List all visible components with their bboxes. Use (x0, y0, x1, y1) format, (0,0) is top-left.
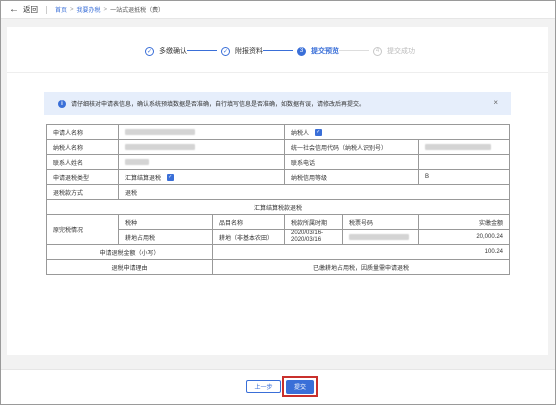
back-arrow-icon: ← (9, 3, 19, 15)
applicant-name-value (117, 124, 286, 140)
table-row: 汇算结算税款退税 (45, 199, 511, 215)
row-tax-type: 耕地占用税 (118, 229, 213, 245)
row-period: 2020/03/16- 2020/03/16 (284, 229, 344, 245)
back-button[interactable]: ← 返回 (9, 4, 38, 15)
original-tax-label: 原完税情况 (46, 214, 119, 245)
breadcrumb-separator: > (103, 6, 108, 13)
table-row: 退税款方式 退税 (46, 184, 511, 200)
refund-reason-label: 退税申请理由 (46, 259, 213, 275)
notice-text: 请仔细核对申请表信息，确认系统预填数据是否准确，自行填写信息是否准确，如数据有误… (71, 102, 366, 108)
top-bar: ← 返回 首页 > 我要办税 > 一站式退抵税（费） (1, 1, 555, 19)
col-item-name: 品目名称 (211, 214, 286, 230)
close-icon[interactable]: × (493, 98, 498, 107)
redacted-value (349, 233, 410, 240)
credit-level-label: 纳税信用等级 (284, 169, 420, 185)
col-tax-type: 税种 (118, 214, 213, 230)
divider (46, 5, 47, 14)
refund-method-label: 退税款方式 (46, 184, 119, 200)
refund-type-label: 申请退税类型 (46, 169, 119, 185)
credit-level-value: B (418, 169, 511, 185)
col-ticket-no: 税票号码 (342, 214, 420, 230)
taxpayer-name-value (117, 139, 286, 155)
redacted-value (125, 158, 149, 165)
application-form-table: 申请人名称 纳税人 ✓ 纳税人名称 统一社会信用代码（纳税人识别号） 联系人姓名… (45, 124, 511, 275)
breadcrumb-separator: > (70, 6, 74, 13)
taxpayer-cell: 纳税人 ✓ (284, 124, 511, 140)
row-period-start: 2020/03/16- (291, 230, 324, 237)
submit-highlight: 提交 (282, 376, 318, 397)
step-connector (263, 50, 293, 51)
table-row: 纳税人名称 统一社会信用代码（纳税人识别号） (46, 139, 511, 155)
refund-reason-value: 已缴耕地占用税，因质量需申请退税 (211, 259, 511, 275)
back-label: 返回 (23, 5, 38, 14)
step-connector (339, 50, 369, 51)
contact-phone-value (418, 154, 511, 170)
step-2: ✓ 附报资料 (221, 46, 263, 56)
redacted-value (425, 143, 492, 150)
checkbox-checked-icon[interactable]: ✓ (314, 129, 322, 137)
footer-bar: 上一步 提交 (1, 369, 555, 404)
checkbox-checked-icon[interactable]: ✓ (166, 174, 174, 182)
taxpayer-label: 纳税人 (291, 130, 310, 137)
row-ticket-no (342, 229, 420, 245)
applicant-name-label: 申请人名称 (46, 124, 119, 140)
col-period: 税款所属时期 (284, 214, 344, 230)
breadcrumb-home[interactable]: 首页 (55, 5, 67, 14)
contact-phone-label: 联系电话 (284, 154, 420, 170)
step-number: 3 (297, 46, 306, 56)
refund-amount-label: 申请退税金额（小写） (46, 244, 213, 260)
section-title: 汇算结算税款退税 (45, 199, 511, 215)
submit-button[interactable]: 提交 (286, 379, 314, 394)
redacted-value (125, 143, 195, 150)
step-3: 3 提交预览 (297, 46, 339, 56)
table-row: 退税申请理由 已缴耕地占用税，因质量需申请退税 (46, 259, 511, 275)
step-label: 提交预览 (311, 48, 339, 55)
breadcrumb-current: 一站式退抵税（费） (110, 8, 165, 14)
redacted-value (125, 128, 195, 135)
breadcrumb-tax-handling[interactable]: 我要办税 (77, 5, 101, 14)
col-paid-amount: 实缴金额 (418, 214, 511, 230)
info-icon: i (58, 99, 66, 108)
taxpayer-name-label: 纳税人名称 (46, 139, 119, 155)
breadcrumb: 首页 > 我要办税 > 一站式退抵税（费） (55, 5, 165, 15)
table-row: 联系人姓名 联系电话 (46, 154, 511, 170)
step-label: 附报资料 (235, 48, 263, 55)
refund-type-value: 汇算结算退税 (125, 175, 162, 182)
row-period-end: 2020/03/16 (291, 237, 322, 243)
check-circle-icon: ✓ (221, 46, 230, 56)
previous-step-button[interactable]: 上一步 (246, 380, 281, 393)
refund-amount-value: 100.24 (211, 244, 511, 260)
table-row: 申请退税类型 汇算结算退税 ✓ 纳税信用等级 B (46, 169, 511, 185)
step-label: 提交成功 (387, 48, 415, 55)
step-1: ✓ 多缴确认 (145, 46, 187, 56)
check-circle-icon: ✓ (145, 46, 154, 56)
step-number: 4 (373, 46, 382, 56)
notice-banner: i 请仔细核对申请表信息，确认系统预填数据是否准确，自行填写信息是否准确，如数据… (44, 92, 511, 115)
credit-code-label: 统一社会信用代码（纳税人识别号） (284, 139, 420, 155)
table-row: 申请退税金额（小写） 100.24 (46, 244, 511, 260)
contact-name-value (117, 154, 286, 170)
contact-name-label: 联系人姓名 (46, 154, 119, 170)
row-paid-amount: 20,000.24 (418, 229, 511, 245)
table-row: 申请人名称 纳税人 ✓ (46, 124, 511, 140)
progress-steps: ✓ 多缴确认 ✓ 附报资料 3 提交预览 4 提交成功 (7, 27, 548, 73)
row-item-name: 耕地（非基本农田） (211, 229, 286, 245)
table-row: 原完税情况 税种 品目名称 税款所属时期 税票号码 实缴金额 (46, 214, 511, 245)
credit-code-value (418, 139, 511, 155)
step-label: 多缴确认 (159, 48, 187, 55)
refund-type-cell: 汇算结算退税 ✓ (117, 169, 286, 185)
step-4: 4 提交成功 (373, 46, 415, 56)
refund-method-value: 退税 (117, 184, 511, 200)
step-connector (187, 50, 217, 51)
